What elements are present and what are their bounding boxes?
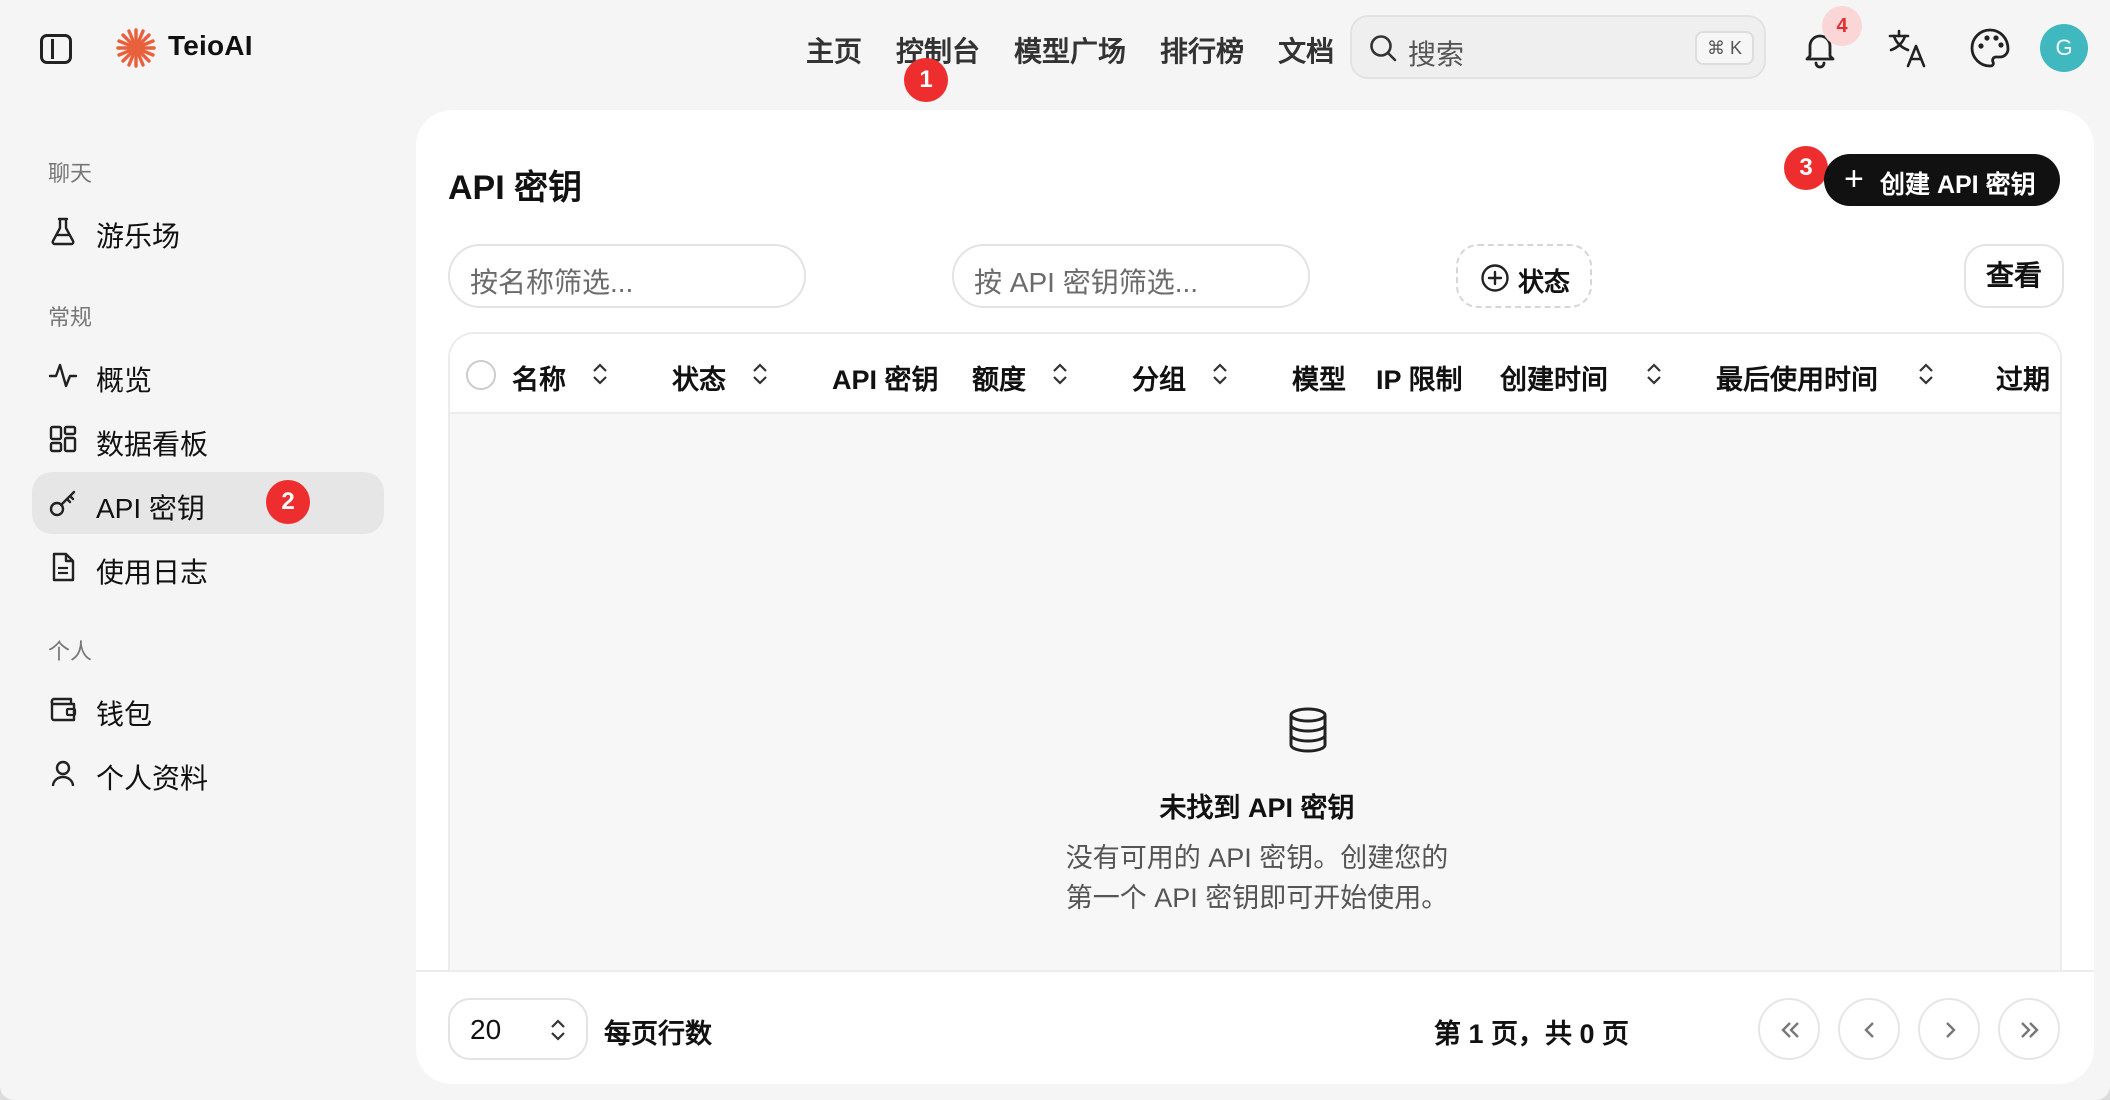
column-header-models: 模型 xyxy=(1292,365,1346,395)
empty-state-description: 没有可用的 API 密钥。创建您的 第一个 API 密钥即可开始使用。 xyxy=(450,838,2060,918)
top-nav: 主页 控制台 模型广场 排行榜 文档 xyxy=(806,30,1334,70)
rows-per-page-select[interactable]: 20 xyxy=(448,998,588,1060)
step-marker-3: 3 xyxy=(1784,146,1828,190)
section-title-general: 常规 xyxy=(48,305,93,330)
page-title: API 密钥 xyxy=(448,169,583,207)
search-icon xyxy=(1370,35,1397,62)
sidebar-item-playground[interactable]: 游乐场 xyxy=(32,200,384,262)
key-icon xyxy=(49,490,76,517)
chevrons-left-icon xyxy=(1781,1022,1799,1038)
activity-icon xyxy=(48,363,78,388)
top-header: TeioAI 主页 控制台 模型广场 排行榜 文档 1 搜索 ⌘ K 4 G xyxy=(0,0,2110,102)
filter-name-input[interactable]: 按名称筛选... xyxy=(448,244,806,308)
empty-state-line-1: 没有可用的 API 密钥。创建您的 xyxy=(1065,843,1449,873)
plus-circle-icon xyxy=(1481,264,1509,292)
sort-icon[interactable] xyxy=(1210,360,1230,388)
search-shortcut: ⌘ K xyxy=(1694,31,1754,65)
user-icon xyxy=(51,760,75,787)
sort-icon[interactable] xyxy=(1644,360,1664,388)
pagination-bar: 20 每页行数 第 1 页，共 0 页 xyxy=(416,970,2094,1084)
nav-home[interactable]: 主页 xyxy=(806,30,862,70)
logo-icon xyxy=(116,28,156,68)
dashboard-grid-icon xyxy=(49,425,77,453)
filter-key-input[interactable]: 按 API 密钥筛选... xyxy=(952,244,1310,308)
column-header-group[interactable]: 分组 xyxy=(1132,358,1186,397)
sidebar-toggle-icon[interactable] xyxy=(40,34,72,64)
create-api-key-button[interactable]: + 创建 API 密钥 xyxy=(1824,154,2060,206)
api-keys-table: 名称 状态 API 密钥 额度 分组 模型 IP 限制 创建时间 最后使用时间 … xyxy=(448,332,2062,972)
column-header-quota[interactable]: 额度 xyxy=(972,358,1026,397)
sort-icon[interactable] xyxy=(1050,360,1070,388)
column-header-last-used[interactable]: 最后使用时间 xyxy=(1716,358,1878,397)
file-text-icon xyxy=(52,552,75,582)
create-api-key-label: 创建 API 密钥 xyxy=(1880,171,2036,199)
step-marker-1: 1 xyxy=(904,58,948,102)
next-page-button[interactable] xyxy=(1918,998,1980,1060)
sidebar: 聊天 游乐场 常规 概览 数据看板 API 密钥 2 使用日志 个人 钱包 个人… xyxy=(0,96,400,1100)
previous-page-button[interactable] xyxy=(1838,998,1900,1060)
database-icon xyxy=(1289,707,1327,753)
column-header-expires: 过期 xyxy=(1996,365,2050,395)
wallet-icon xyxy=(50,697,77,722)
column-header-created-at[interactable]: 创建时间 xyxy=(1500,358,1608,397)
section-title-chat: 聊天 xyxy=(48,161,93,186)
sidebar-item-label: 钱包 xyxy=(96,699,153,730)
sort-icon[interactable] xyxy=(1916,360,1936,388)
sidebar-item-usage-logs[interactable]: 使用日志 xyxy=(32,536,384,598)
status-filter-label: 状态 xyxy=(1518,267,1571,297)
sidebar-item-wallet[interactable]: 钱包 xyxy=(32,678,384,740)
column-header-status[interactable]: 状态 xyxy=(672,358,726,397)
sidebar-item-label: 概览 xyxy=(96,365,153,396)
translate-icon[interactable] xyxy=(1884,24,1932,72)
sidebar-item-profile[interactable]: 个人资料 xyxy=(32,742,384,804)
column-header-ip-limit: IP 限制 xyxy=(1376,365,1463,395)
column-header-api-key: API 密钥 xyxy=(832,365,939,395)
view-options-button[interactable]: 查看 xyxy=(1964,244,2064,308)
user-avatar[interactable]: G xyxy=(2040,24,2088,72)
first-page-button[interactable] xyxy=(1758,998,1820,1060)
sidebar-item-dashboard[interactable]: 数据看板 xyxy=(32,408,384,470)
rows-per-page-label: 每页行数 xyxy=(604,1019,712,1049)
nav-docs[interactable]: 文档 xyxy=(1278,30,1334,70)
sort-icon[interactable] xyxy=(590,360,610,388)
step-marker-2: 2 xyxy=(266,480,310,524)
flask-icon xyxy=(51,217,75,246)
search-input[interactable]: 搜索 ⌘ K xyxy=(1350,15,1766,79)
sidebar-item-label: 游乐场 xyxy=(96,221,181,252)
rows-per-page-value: 20 xyxy=(470,1014,502,1045)
empty-state-title: 未找到 API 密钥 xyxy=(1159,793,1355,823)
last-page-button[interactable] xyxy=(1998,998,2060,1060)
palette-icon[interactable] xyxy=(1966,24,2014,72)
nav-leaderboard[interactable]: 排行榜 xyxy=(1160,30,1244,70)
chevron-left-icon xyxy=(1864,1022,1874,1038)
chevrons-right-icon xyxy=(2021,1022,2039,1038)
sort-icon[interactable] xyxy=(750,360,770,388)
chevron-up-down-icon xyxy=(551,1019,565,1041)
nav-model-square[interactable]: 模型广场 xyxy=(1014,30,1126,70)
empty-state-line-2: 第一个 API 密钥即可开始使用。 xyxy=(1065,883,1449,913)
brand-name: TeioAI xyxy=(168,30,253,61)
column-header-name[interactable]: 名称 xyxy=(512,358,566,397)
select-all-checkbox[interactable] xyxy=(466,360,496,390)
plus-icon: + xyxy=(1844,160,1864,198)
status-filter-button[interactable]: 状态 xyxy=(1456,244,1592,308)
filter-key-placeholder: 按 API 密钥筛选... xyxy=(974,267,1199,298)
sidebar-item-label: 使用日志 xyxy=(96,557,209,588)
app-window: TeioAI 主页 控制台 模型广场 排行榜 文档 1 搜索 ⌘ K 4 G 聊… xyxy=(0,0,2110,1100)
notification-count-badge: 4 xyxy=(1822,6,1862,46)
sidebar-item-api-keys[interactable]: API 密钥 xyxy=(32,472,384,534)
sidebar-item-label: API 密钥 xyxy=(96,493,205,524)
search-placeholder: 搜索 xyxy=(1408,39,1465,70)
chevron-right-icon xyxy=(1946,1022,1956,1038)
section-title-personal: 个人 xyxy=(48,639,93,664)
sidebar-item-overview[interactable]: 概览 xyxy=(32,344,384,406)
sidebar-item-label: 数据看板 xyxy=(96,429,209,460)
page-info: 第 1 页，共 0 页 xyxy=(1434,1019,1630,1049)
sidebar-item-label: 个人资料 xyxy=(96,763,209,794)
main-card: API 密钥 3 + 创建 API 密钥 按名称筛选... 按 API 密钥筛选… xyxy=(416,110,2094,1084)
table-header: 名称 状态 API 密钥 额度 分组 模型 IP 限制 创建时间 最后使用时间 … xyxy=(450,334,2060,414)
filter-name-placeholder: 按名称筛选... xyxy=(470,267,634,298)
